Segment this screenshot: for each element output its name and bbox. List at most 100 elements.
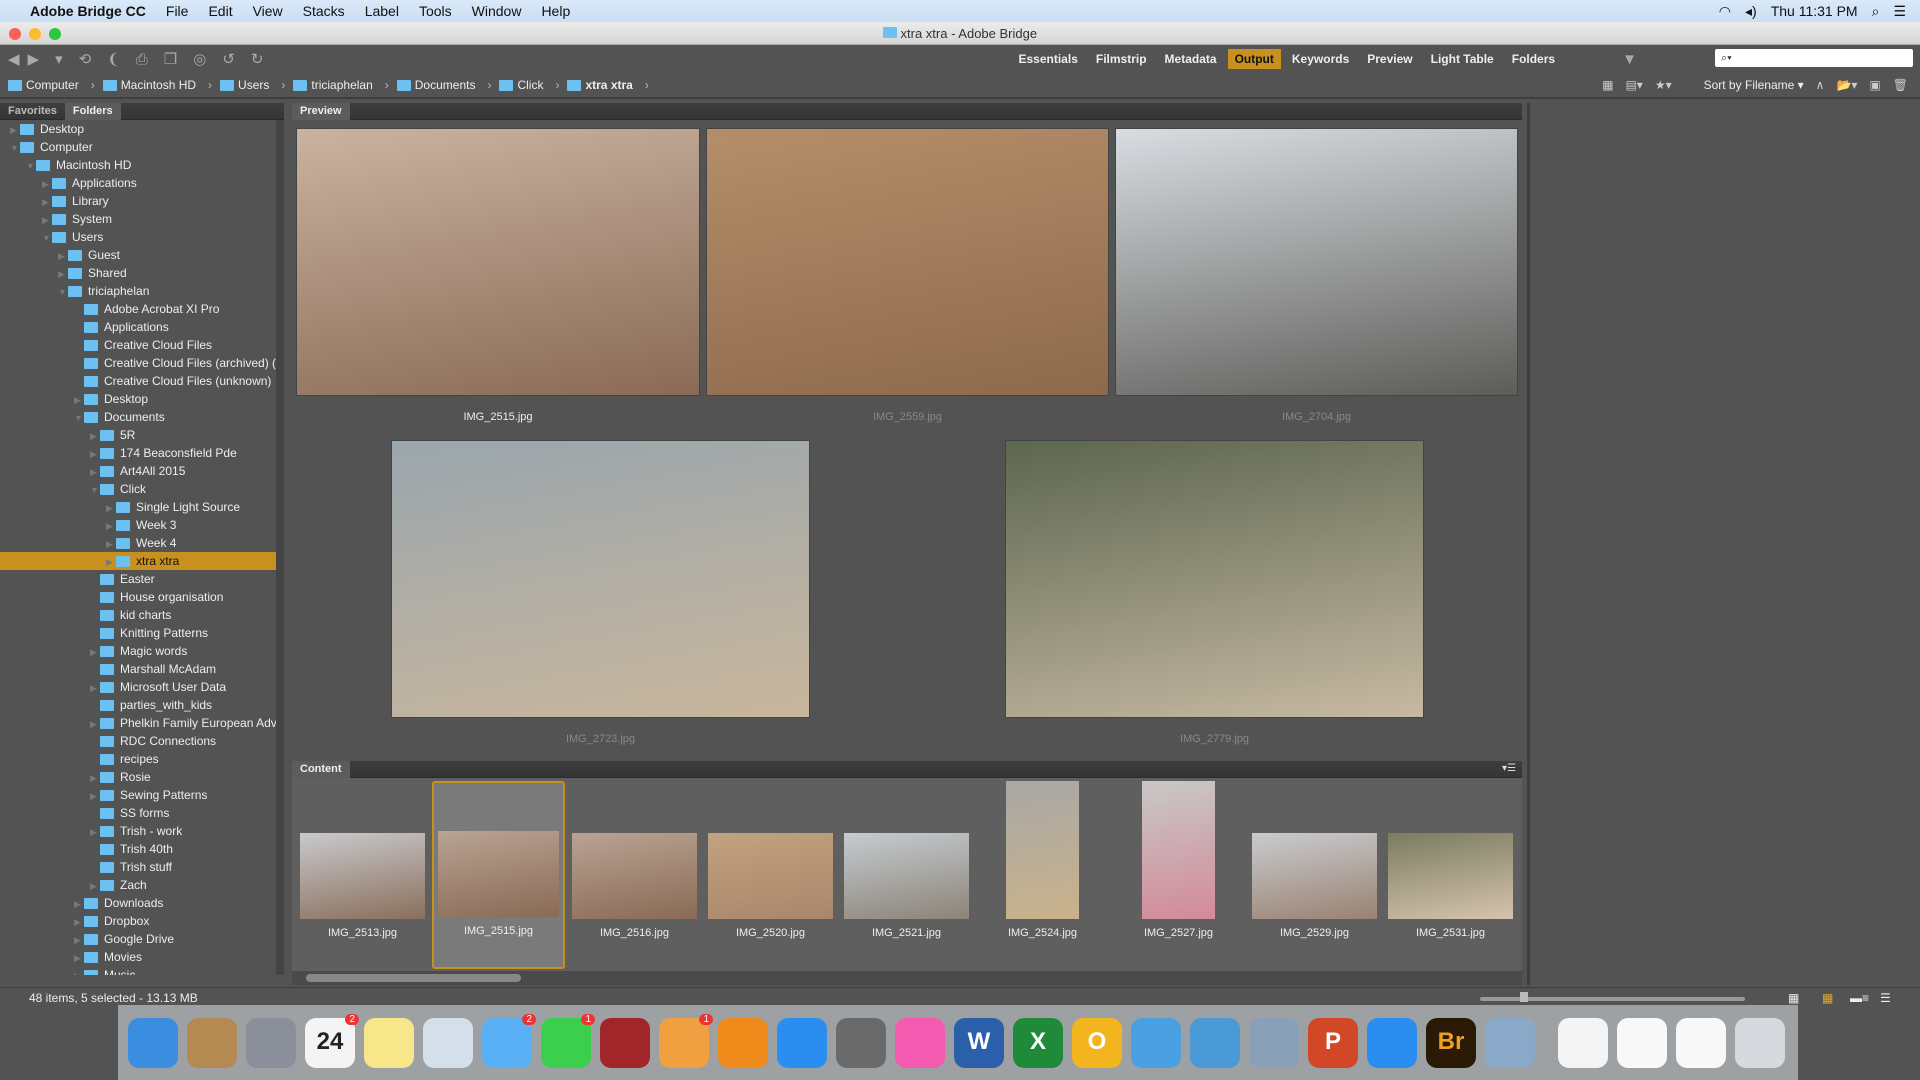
disclosure-triangle-icon[interactable]: ▼ <box>58 283 68 301</box>
folder-tree-scrollbar[interactable] <box>276 120 284 975</box>
preview-image[interactable] <box>1115 128 1518 396</box>
breadcrumb-item[interactable]: Documents › <box>396 78 491 92</box>
disclosure-triangle-icon[interactable]: ▼ <box>10 139 20 157</box>
disclosure-triangle-icon[interactable]: ▶ <box>42 175 52 193</box>
tree-item[interactable]: ▼ triciaphelan <box>0 282 276 300</box>
tree-item[interactable]: ▶ Desktop <box>0 120 276 138</box>
disclosure-triangle-icon[interactable]: ▶ <box>74 967 84 975</box>
disclosure-triangle-icon[interactable]: ▶ <box>90 769 100 787</box>
outlook-icon[interactable]: O <box>1072 1017 1122 1068</box>
tree-item[interactable]: Marshall McAdam <box>0 660 276 678</box>
workspace-output[interactable]: Output <box>1227 49 1281 69</box>
clock[interactable]: Thu 11:31 PM <box>1771 3 1858 19</box>
disclosure-triangle-icon[interactable]: ▶ <box>90 823 100 841</box>
disclosure-triangle-icon[interactable]: ▶ <box>74 913 84 931</box>
volume-icon[interactable]: ◂) <box>1745 3 1757 20</box>
thumbnail-cell[interactable]: IMG_2524.jpg <box>976 781 1109 969</box>
disclosure-triangle-icon[interactable]: ▶ <box>90 427 100 445</box>
menu-tools[interactable]: Tools <box>409 3 462 19</box>
workspace-preview[interactable]: Preview <box>1360 49 1419 69</box>
chevron-right-icon[interactable]: › <box>281 78 285 92</box>
disclosure-triangle-icon[interactable]: ▼ <box>26 157 36 175</box>
panel-menu-icon[interactable]: ▾☰ <box>1502 763 1516 774</box>
view-list-icon[interactable]: ☰ <box>1880 988 1891 1008</box>
workspace-folders[interactable]: Folders <box>1505 49 1562 69</box>
breadcrumb-item[interactable]: Macintosh HD › <box>102 78 212 92</box>
disclosure-triangle-icon[interactable]: ▶ <box>74 895 84 913</box>
tree-item[interactable]: ▶ Week 3 <box>0 516 276 534</box>
tree-item[interactable]: House organisation <box>0 588 276 606</box>
menu-window[interactable]: Window <box>462 3 532 19</box>
tree-item[interactable]: ▼ Users <box>0 228 276 246</box>
tree-item[interactable]: ▶ Downloads <box>0 894 276 912</box>
launchpad-icon[interactable] <box>246 1017 296 1068</box>
disclosure-triangle-icon[interactable]: ▶ <box>90 463 100 481</box>
tree-item[interactable]: ▶ Sewing Patterns <box>0 786 276 804</box>
view-mode-icon[interactable]: ▤▾ <box>1625 78 1642 92</box>
breadcrumb-item[interactable]: triciaphelan › <box>293 78 389 92</box>
app-menu[interactable]: Adobe Bridge CC <box>20 3 156 19</box>
slider-handle[interactable] <box>1520 992 1528 1002</box>
back-icon[interactable]: ◀ <box>8 50 20 68</box>
thumbnail-cell[interactable]: IMG_2531.jpg <box>1384 781 1517 969</box>
tree-item[interactable]: ▶ Google Drive <box>0 930 276 948</box>
boomerang-icon[interactable]: ❨ <box>107 50 120 68</box>
sort-dropdown[interactable]: Sort by Filename ▾ <box>1704 78 1804 92</box>
tab-folders[interactable]: Folders <box>64 103 121 120</box>
tab-preview[interactable]: Preview <box>292 103 350 120</box>
tab-content[interactable]: Content <box>292 761 350 778</box>
thumbnail-image[interactable] <box>572 833 697 919</box>
disclosure-triangle-icon[interactable]: ▶ <box>10 121 20 139</box>
breadcrumb-item[interactable]: Click › <box>499 78 559 92</box>
tree-item[interactable]: Creative Cloud Files <box>0 336 276 354</box>
app-store-icon[interactable] <box>777 1017 827 1068</box>
itunes-icon[interactable] <box>895 1017 945 1068</box>
contacts-icon[interactable] <box>187 1017 237 1068</box>
tree-item[interactable]: Creative Cloud Files (unknown) <box>0 372 276 390</box>
open-recent-folder-icon[interactable]: 📂▾ <box>1836 78 1857 92</box>
thumbnail-cell[interactable]: IMG_2516.jpg <box>568 781 701 969</box>
tree-item[interactable]: Trish 40th <box>0 840 276 858</box>
tree-item[interactable]: ▶ Rosie <box>0 768 276 786</box>
disclosure-triangle-icon[interactable]: ▶ <box>106 553 116 571</box>
chevron-right-icon[interactable]: › <box>208 78 212 92</box>
thumbnail-cell[interactable]: IMG_2529.jpg <box>1248 781 1381 969</box>
thumbnail-cell[interactable]: IMG_2515.jpg <box>432 781 565 969</box>
tree-item[interactable]: parties_with_kids <box>0 696 276 714</box>
trash-icon[interactable] <box>1735 1017 1785 1068</box>
tree-item[interactable]: ▶ Shared <box>0 264 276 282</box>
tree-item[interactable]: ▶ System <box>0 210 276 228</box>
menu-stacks[interactable]: Stacks <box>293 3 355 19</box>
thumbnail-image[interactable] <box>1252 833 1377 919</box>
tree-item[interactable]: ▼ Click <box>0 480 276 498</box>
tree-item[interactable]: ▶ Phelkin Family European Adve <box>0 714 276 732</box>
scrollbar-thumb[interactable] <box>306 974 521 982</box>
window-icon[interactable] <box>1617 1017 1667 1068</box>
chevron-right-icon[interactable]: › <box>555 78 559 92</box>
recent-dropdown-icon[interactable]: ▾ <box>55 50 63 68</box>
disclosure-triangle-icon[interactable]: ▼ <box>74 409 84 427</box>
window-icon-2[interactable] <box>1676 1017 1726 1068</box>
photos-icon[interactable]: 1 <box>659 1013 713 1068</box>
tree-item[interactable]: Applications <box>0 318 276 336</box>
tree-item[interactable]: ▶ Dropbox <box>0 912 276 930</box>
disclosure-triangle-icon[interactable]: ▼ <box>42 229 52 247</box>
menu-label[interactable]: Label <box>355 3 409 19</box>
thumbnail-image[interactable] <box>1388 833 1513 919</box>
thumbnail-image[interactable] <box>708 833 833 919</box>
photo-booth-icon[interactable] <box>600 1017 650 1068</box>
thumbnail-image[interactable] <box>844 833 969 919</box>
disclosure-triangle-icon[interactable]: ▶ <box>42 193 52 211</box>
thumbnail-size-slider[interactable] <box>1480 992 1745 1002</box>
trash-icon[interactable]: 🗑 <box>1893 78 1908 92</box>
disclosure-triangle-icon[interactable]: ▶ <box>58 265 68 283</box>
preview-image[interactable] <box>706 128 1109 396</box>
tree-item[interactable]: ▶ Desktop <box>0 390 276 408</box>
thumbnail-cell[interactable]: IMG_2513.jpg <box>296 781 429 969</box>
thumbnail-image[interactable] <box>438 831 559 917</box>
menu-help[interactable]: Help <box>531 3 580 19</box>
tree-item[interactable]: ▼ Documents <box>0 408 276 426</box>
tree-item[interactable]: Adobe Acrobat XI Pro <box>0 300 276 318</box>
workspace-keywords[interactable]: Keywords <box>1285 49 1356 69</box>
preview-image[interactable] <box>296 128 700 396</box>
